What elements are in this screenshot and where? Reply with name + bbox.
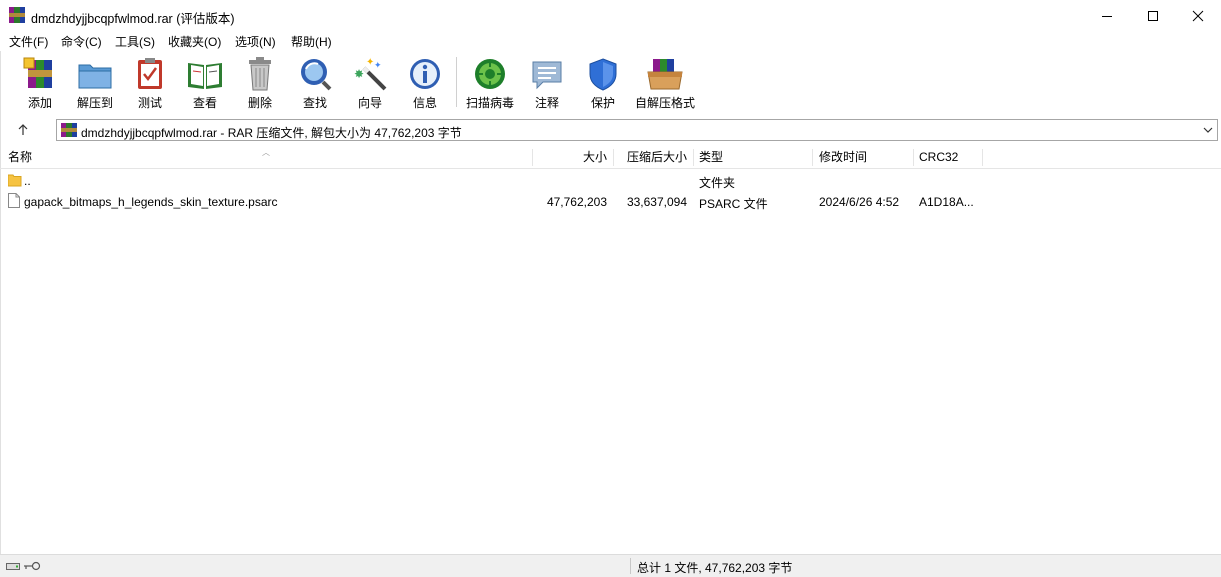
wizard-wand-icon: ✸ ✦ ✦ (354, 57, 387, 91)
wizard-label: 向导 (357, 96, 382, 110)
info-label: 信息 (412, 96, 437, 110)
status-divider (630, 558, 631, 574)
protect-label: 保护 (590, 96, 615, 110)
column-crc[interactable]: CRC32 (919, 147, 958, 168)
magnifier-icon (301, 59, 332, 91)
find-label: 查找 (302, 96, 327, 110)
minimize-button[interactable] (1084, 0, 1130, 31)
menu-help[interactable]: 帮助(H) (291, 33, 332, 50)
extract-to-button[interactable]: 解压到 (72, 51, 118, 115)
maximize-icon (1148, 10, 1158, 21)
address-bar[interactable]: dmdzhdyjjbcqpfwlmod.rar - RAR 压缩文件, 解包大小… (56, 119, 1218, 141)
view-button[interactable]: 查看 (182, 51, 228, 115)
test-label: 测试 (137, 96, 162, 110)
menu-favorites[interactable]: 收藏夹(O) (168, 33, 221, 50)
svg-text:✦: ✦ (374, 61, 382, 71)
column-divider[interactable] (913, 149, 914, 166)
trash-icon (249, 57, 271, 91)
file-list: .. 文件夹 gapack_bitmaps_h_legends_skin_tex… (0, 169, 974, 553)
status-bar: 总计 1 文件, 47,762,203 字节 (0, 554, 1221, 577)
item-name: gapack_bitmaps_h_legends_skin_texture.ps… (24, 195, 278, 209)
menu-bar: 文件(F) 命令(C) 工具(S) 收藏夹(O) 选项(N) 帮助(H) (0, 31, 1221, 51)
delete-label: 删除 (247, 96, 272, 110)
add-archive-icon (23, 57, 52, 88)
virus-scan-icon (475, 59, 505, 89)
item-packed-size: 33,637,094 (626, 195, 687, 209)
item-name: .. (24, 174, 31, 188)
address-text: dmdzhdyjjbcqpfwlmod.rar - RAR 压缩文件, 解包大小… (81, 126, 462, 140)
window-title: dmdzhdyjjbcqpfwlmod.rar (评估版本) (31, 12, 235, 26)
menu-commands[interactable]: 命令(C) (61, 33, 102, 50)
arrow-up-icon (18, 124, 28, 135)
test-button[interactable]: 测试 (130, 51, 170, 115)
minimize-icon (1102, 15, 1112, 17)
virus-scan-label: 扫描病毒 (465, 96, 514, 110)
item-size: 47,762,203 (546, 195, 607, 209)
item-type: PSARC 文件 (699, 197, 768, 211)
column-name[interactable]: 名称 (8, 147, 32, 168)
info-icon (410, 59, 440, 89)
address-row: dmdzhdyjjbcqpfwlmod.rar - RAR 压缩文件, 解包大小… (0, 115, 1221, 146)
sfx-box-icon (647, 59, 683, 90)
archive-icon (61, 123, 77, 137)
up-button[interactable] (14, 121, 32, 139)
menu-options[interactable]: 选项(N) (235, 33, 276, 50)
shield-icon (589, 58, 617, 91)
column-type[interactable]: 类型 (699, 147, 723, 168)
comment-label: 注释 (534, 96, 559, 110)
wizard-button[interactable]: ✸ ✦ ✦ 向导 (350, 51, 390, 115)
key-icon (24, 561, 41, 571)
toolbar-separator (456, 57, 457, 107)
sfx-button[interactable]: 自解压格式 (634, 51, 696, 115)
close-button[interactable] (1175, 0, 1221, 31)
extract-to-label: 解压到 (76, 96, 113, 110)
column-divider[interactable] (812, 149, 813, 166)
column-header: 名称 ︿ 大小 压缩后大小 类型 修改时间 CRC32 (0, 147, 1221, 169)
drive-icon (6, 563, 20, 570)
view-label: 查看 (192, 96, 217, 110)
view-book-icon (188, 63, 222, 89)
chevron-down-icon[interactable] (1203, 125, 1213, 135)
item-type: 文件夹 (699, 176, 736, 190)
comment-button[interactable]: 注释 (527, 51, 567, 115)
column-size[interactable]: 大小 (533, 147, 607, 168)
column-divider[interactable] (982, 149, 983, 166)
sort-arrow-icon: ︿ (262, 148, 270, 157)
sfx-label: 自解压格式 (634, 96, 695, 110)
item-modified: 2024/6/26 4:52 (819, 195, 900, 209)
winrar-app-icon (9, 7, 25, 23)
find-button[interactable]: 查找 (294, 51, 336, 115)
protect-button[interactable]: 保护 (583, 51, 623, 115)
svg-text:✸: ✸ (354, 67, 364, 81)
folder-icon (8, 174, 22, 187)
status-text: 总计 1 文件, 47,762,203 字节 (637, 561, 793, 575)
column-packed[interactable]: 压缩后大小 (614, 147, 687, 168)
info-button[interactable]: 信息 (405, 51, 445, 115)
maximize-button[interactable] (1130, 0, 1176, 31)
column-divider[interactable] (693, 149, 694, 166)
column-modified[interactable]: 修改时间 (819, 147, 867, 168)
list-item[interactable]: gapack_bitmaps_h_legends_skin_texture.ps… (0, 192, 1221, 213)
item-crc: A1D18A... (919, 195, 974, 209)
extract-folder-icon (78, 64, 112, 89)
virus-scan-button[interactable]: 扫描病毒 (462, 51, 518, 115)
menu-file[interactable]: 文件(F) (9, 33, 48, 50)
title-bar: dmdzhdyjjbcqpfwlmod.rar (评估版本) (0, 0, 1221, 31)
add-label: 添加 (27, 96, 52, 110)
toolbar: 添加 解压到 测试 查看 删除 查找 ✸ ✦ ✦ 向导 信息 扫描病毒 注释 保… (0, 51, 1221, 115)
delete-button[interactable]: 删除 (240, 51, 280, 115)
comment-icon (532, 61, 562, 90)
file-icon (8, 193, 20, 208)
close-icon (1192, 10, 1204, 21)
list-item[interactable]: .. 文件夹 (0, 171, 1221, 192)
add-button[interactable]: 添加 (18, 51, 62, 115)
test-clipboard-icon (138, 58, 162, 89)
menu-tools[interactable]: 工具(S) (115, 33, 155, 50)
